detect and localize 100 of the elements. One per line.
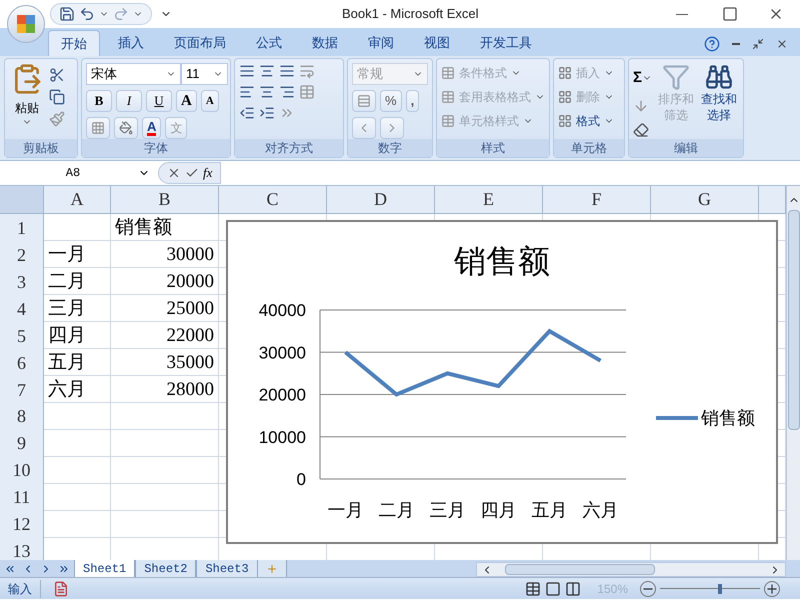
zoom-slider-thumb[interactable] bbox=[718, 584, 722, 594]
axis-tick-label: 10000 bbox=[258, 428, 306, 447]
align-right-icon bbox=[279, 84, 295, 100]
name-box[interactable]: A8 bbox=[0, 162, 158, 184]
grow-font-button[interactable]: A bbox=[176, 90, 197, 112]
group-label: 剪贴板 bbox=[5, 139, 77, 157]
legend-line bbox=[656, 416, 698, 420]
font-size-dropdown[interactable]: 11 bbox=[181, 63, 228, 85]
undo-icon bbox=[79, 6, 95, 22]
office-logo-icon bbox=[16, 14, 36, 34]
row-header[interactable]: 1 bbox=[0, 214, 44, 242]
horizontal-scrollbar[interactable] bbox=[476, 562, 786, 577]
percent-button[interactable]: % bbox=[380, 90, 402, 112]
ribbon-tab[interactable]: 数据 bbox=[300, 30, 350, 56]
increase-decimal-button[interactable] bbox=[352, 117, 376, 139]
cancel-icon bbox=[167, 166, 181, 180]
sheet-tab[interactable]: Sheet1 bbox=[74, 560, 136, 577]
cells-icon bbox=[558, 90, 572, 104]
binoculars-icon bbox=[705, 63, 734, 91]
row-header[interactable]: 9 bbox=[0, 430, 44, 457]
fill-color-button[interactable] bbox=[114, 117, 138, 139]
underline-button[interactable]: U bbox=[146, 90, 172, 112]
table-cell-text: 35000 bbox=[166, 351, 214, 375]
italic-button[interactable]: I bbox=[116, 90, 142, 112]
align-bottom-icon bbox=[279, 63, 295, 79]
sheet-tab[interactable]: Sheet3 bbox=[196, 560, 258, 577]
bold-button[interactable]: B bbox=[86, 90, 112, 112]
row-header[interactable]: 3 bbox=[0, 268, 44, 296]
save-icon bbox=[59, 6, 75, 22]
axis-tick-label: 30000 bbox=[258, 343, 306, 362]
sheet-tab[interactable]: Sheet2 bbox=[135, 560, 196, 577]
table-style-icon bbox=[441, 90, 455, 104]
row-header[interactable]: 12 bbox=[0, 511, 44, 538]
column-header[interactable]: G bbox=[651, 186, 759, 213]
insert-sheet-button[interactable] bbox=[258, 560, 287, 577]
ribbon-tab[interactable]: 开始 bbox=[48, 30, 100, 56]
vertical-scrollbar[interactable] bbox=[786, 186, 800, 560]
new-sheet-icon bbox=[266, 562, 278, 574]
cells-menu-button[interactable]: 格式 bbox=[558, 111, 614, 131]
border-icon bbox=[91, 121, 105, 135]
paste-button[interactable]: 粘贴 bbox=[9, 63, 45, 139]
ribbon-tab[interactable]: 插入 bbox=[106, 30, 156, 56]
currency-button[interactable] bbox=[352, 90, 376, 112]
axis-category-label: 三月 bbox=[430, 500, 466, 520]
chart-title: 销售额 bbox=[454, 243, 550, 279]
align-left-icon bbox=[239, 84, 255, 100]
paint-bucket-icon bbox=[119, 121, 133, 135]
ribbon-tab[interactable]: 审阅 bbox=[356, 30, 406, 56]
select-all-corner[interactable] bbox=[0, 186, 44, 213]
close-icon bbox=[776, 38, 788, 50]
font-name-dropdown[interactable]: 宋体 bbox=[86, 63, 181, 85]
row-header[interactable]: 8 bbox=[0, 403, 44, 430]
table-cell-text: 一月 bbox=[48, 243, 86, 267]
column-header[interactable]: D bbox=[327, 186, 435, 213]
restore-icon bbox=[752, 38, 764, 50]
macro-record-icon bbox=[53, 580, 69, 596]
scissors-icon bbox=[49, 67, 65, 83]
row-header[interactable]: 4 bbox=[0, 295, 44, 324]
help-icon bbox=[704, 36, 720, 52]
ribbon-tab[interactable]: 视图 bbox=[412, 30, 462, 56]
autosum-button[interactable]: Σ bbox=[633, 67, 652, 90]
page-layout-icon bbox=[545, 580, 562, 596]
find-select-button[interactable]: 查找和选择 bbox=[700, 63, 739, 139]
font-color-button[interactable]: A bbox=[142, 117, 162, 139]
row-header[interactable]: 13 bbox=[0, 538, 44, 560]
table-cell-text: 22000 bbox=[166, 324, 214, 348]
axis-tick-label: 40000 bbox=[258, 301, 306, 320]
row-header[interactable]: 11 bbox=[0, 484, 44, 511]
group-label: 样式 bbox=[437, 139, 549, 157]
axis-category-label: 二月 bbox=[378, 500, 414, 520]
eraser-icon bbox=[633, 122, 649, 138]
comma-button[interactable]: , bbox=[406, 90, 420, 112]
row-header[interactable]: 10 bbox=[0, 457, 44, 484]
redo-icon bbox=[113, 6, 129, 22]
align-middle-icon bbox=[259, 63, 275, 79]
ribbon-tab[interactable]: 开发工具 bbox=[468, 30, 544, 56]
page-break-icon bbox=[565, 580, 582, 596]
column-header[interactable]: A bbox=[44, 186, 111, 213]
column-header[interactable]: E bbox=[435, 186, 543, 213]
column-header[interactable]: B bbox=[111, 186, 219, 213]
ribbon-tab[interactable]: 页面布局 bbox=[162, 30, 238, 56]
wrap-text-icon bbox=[299, 63, 315, 79]
chart-area[interactable]: 销售额 0 10000 20000 30000 40000 一月 二月 三月 四月 五月 六月 销售额 bbox=[226, 220, 778, 544]
row-header[interactable]: 6 bbox=[0, 349, 44, 378]
decrease-decimal-button[interactable] bbox=[380, 117, 404, 139]
zoom-in-icon bbox=[764, 580, 780, 596]
row-header[interactable]: 5 bbox=[0, 322, 44, 350]
ribbon-tab[interactable]: 公式 bbox=[244, 30, 294, 56]
shrink-font-button[interactable]: A bbox=[200, 90, 219, 112]
row-header[interactable]: 2 bbox=[0, 241, 44, 270]
row-header[interactable]: 7 bbox=[0, 376, 44, 404]
group-label: 字体 bbox=[82, 139, 230, 157]
border-button[interactable] bbox=[86, 117, 110, 139]
column-header[interactable]: F bbox=[543, 186, 651, 213]
column-header[interactable]: C bbox=[219, 186, 327, 213]
table-style-icon bbox=[441, 114, 455, 128]
group-label: 编辑 bbox=[629, 139, 743, 157]
table-cell-text: 25000 bbox=[166, 297, 214, 321]
increase-indent-icon bbox=[259, 105, 275, 121]
insert-function-button[interactable]: fx bbox=[203, 163, 212, 183]
